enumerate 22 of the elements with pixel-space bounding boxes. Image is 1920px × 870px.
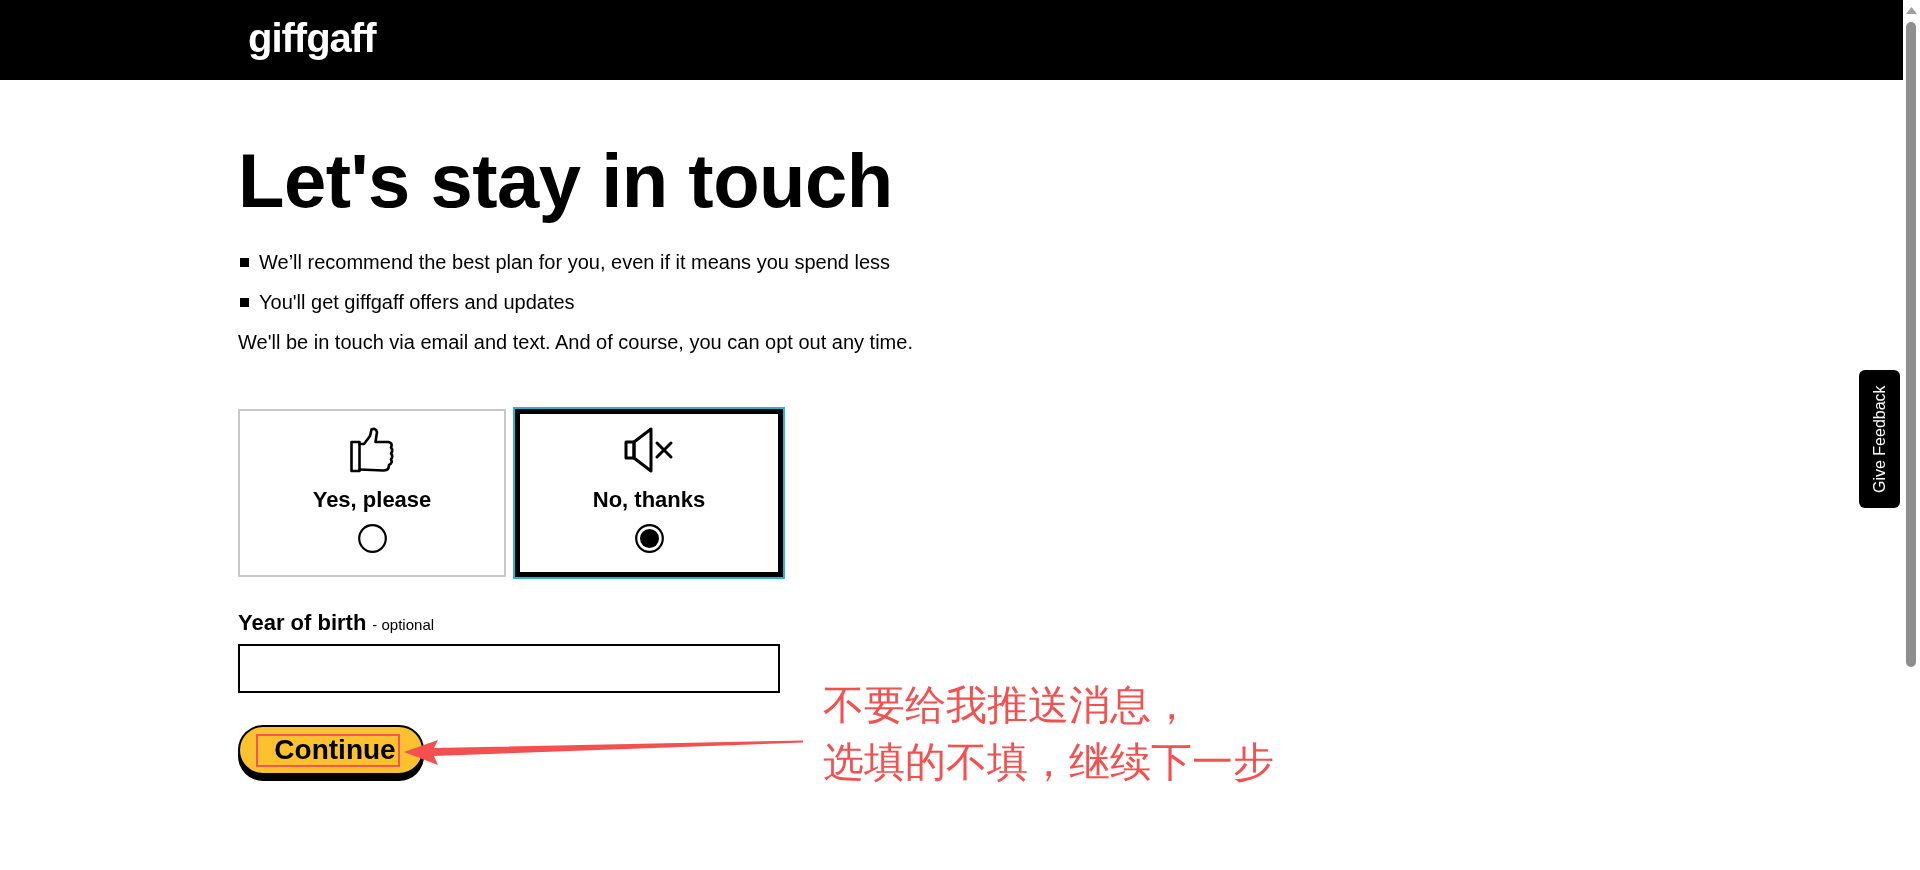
annotation-text: 不要给我推送消息， [823, 680, 1193, 731]
optional-hint: - optional [372, 615, 435, 635]
scroll-up-icon[interactable] [1906, 7, 1917, 14]
annotation-text: 选填的不填，继续下一步 [823, 737, 1274, 788]
square-bullet-icon [240, 257, 249, 267]
option-label: Yes, please [312, 487, 432, 513]
field-label: Year of birth [238, 610, 367, 636]
radio-button[interactable] [357, 524, 387, 553]
option-card[interactable]: No, thanks [515, 409, 783, 577]
bullet-text: You'll get giffgaff offers and updates [259, 290, 575, 315]
option-card[interactable]: Yes, please [238, 409, 506, 577]
thumbs-up-icon [350, 427, 394, 473]
logo[interactable]: giffgaff [248, 16, 376, 64]
year-input[interactable] [238, 644, 780, 693]
square-bullet-icon [240, 297, 249, 307]
bullet-text: We’ll recommend the best plan for you, even if it means you spend less [259, 250, 891, 275]
radio-button[interactable] [634, 524, 664, 553]
scrollbar-thumb[interactable] [1906, 22, 1916, 667]
muted-speaker-icon [624, 427, 674, 473]
option-label: No, thanks [592, 487, 706, 513]
info-text: We'll be in touch via email and text. And of course, you can opt out any time. [238, 330, 913, 355]
feedback-tab[interactable]: Give Feedback [1859, 370, 1900, 508]
